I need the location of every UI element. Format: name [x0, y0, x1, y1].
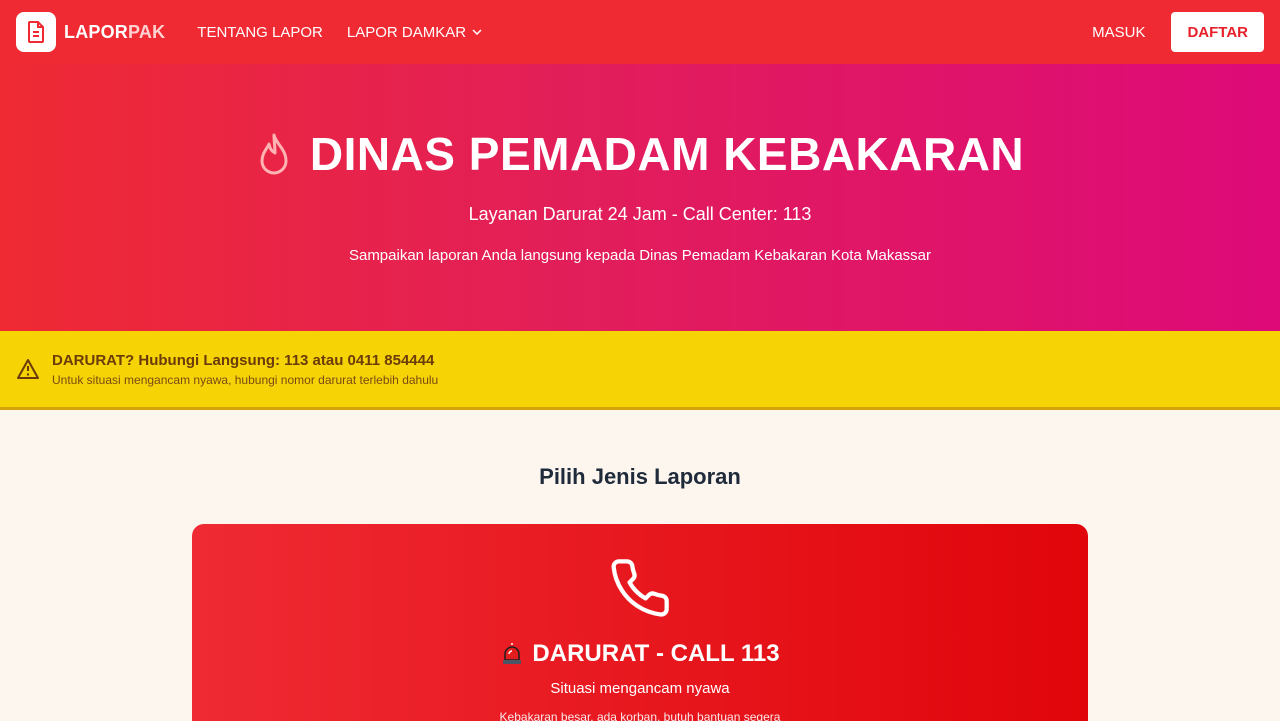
warning-icon — [17, 359, 39, 379]
hero-title: DINAS PEMADAM KEBAKARAN — [309, 128, 1025, 180]
emergency-alert: DARURAT? Hubungi Langsung: 113 atau 0411… — [0, 331, 1280, 410]
card-description: Kebakaran besar, ada korban, butuh bantu… — [499, 710, 781, 721]
register-button[interactable]: DAFTAR — [1171, 12, 1264, 52]
hero-subtitle: Layanan Darurat 24 Jam - Call Center: 11… — [468, 204, 812, 224]
logo[interactable]: LAPORPAK — [16, 12, 165, 52]
emergency-call-card[interactable]: DARURAT - CALL 113 Situasi mengancam nya… — [192, 524, 1088, 721]
card-title: DARURAT - CALL 113 — [532, 640, 780, 667]
flame-icon — [260, 133, 288, 175]
alert-title: DARURAT? Hubungi Langsung: 113 atau 0411… — [52, 351, 435, 369]
chevron-down-icon — [472, 29, 482, 35]
logo-text: LAPORPAK — [64, 21, 166, 42]
top-navbar: LAPORPAK TENTANG LAPOR LAPOR DAMKAR MASU… — [0, 0, 1280, 64]
siren-icon — [503, 643, 522, 664]
nav-link-label: LAPOR DAMKAR — [346, 23, 467, 41]
login-link[interactable]: MASUK — [1092, 24, 1145, 41]
nav-link-lapor-damkar[interactable]: LAPOR DAMKAR — [347, 24, 482, 41]
hero-description: Sampaikan laporan Anda langsung kepada D… — [348, 247, 932, 264]
alert-text: Untuk situasi mengancam nyawa, hubungi n… — [52, 372, 439, 387]
card-subtitle: Situasi mengancam nyawa — [550, 680, 730, 697]
document-icon — [16, 12, 56, 52]
section-title: Pilih Jenis Laporan — [539, 464, 741, 489]
phone-icon — [611, 559, 669, 617]
hero-banner: DINAS PEMADAM KEBAKARAN Layanan Darurat … — [0, 64, 1280, 331]
nav-link-tentang-lapor[interactable]: TENTANG LAPOR — [197, 24, 323, 41]
